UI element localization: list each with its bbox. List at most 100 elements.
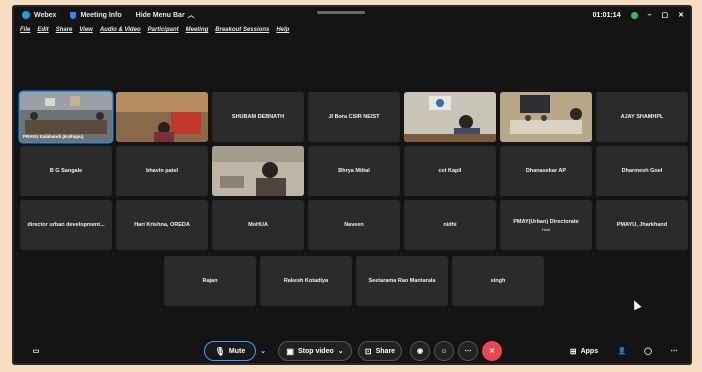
participant-tile[interactable]: B G Sangale	[20, 146, 112, 196]
reactions-button[interactable]: ☺	[434, 341, 454, 361]
participant-tile[interactable]	[500, 92, 592, 142]
participant-name: PMAYU, Jharkhand	[616, 222, 668, 228]
participant-name: Rakesh Kotadiya	[283, 278, 329, 284]
participant-tile[interactable]	[404, 92, 496, 142]
host-badge: Host	[541, 226, 551, 232]
menu-breakout-sessions[interactable]: Breakout Sessions	[215, 27, 269, 33]
participant-name: Rajan	[202, 278, 218, 284]
video-feed	[404, 92, 496, 142]
meeting-timer: 01:01:14	[592, 11, 621, 19]
participant-tile[interactable]: MoHUA	[212, 200, 304, 250]
meeting-info-label: Meeting Info	[80, 11, 122, 19]
participant-name: Bhrya Mittal	[338, 168, 370, 174]
share-label: Share	[375, 347, 396, 355]
meeting-info-button[interactable]: Meeting Info	[70, 11, 122, 19]
record-button[interactable]: ◉	[410, 341, 430, 361]
more-icon: ⋯	[670, 348, 678, 355]
menu-file[interactable]: File	[20, 27, 30, 33]
hide-menu-bar-button[interactable]: Hide Menu Bar ︿	[136, 10, 195, 20]
more-options-button[interactable]: ⋯	[458, 341, 478, 361]
menu-view[interactable]: View	[79, 27, 92, 33]
leave-meeting-button[interactable]: ✕	[482, 341, 502, 361]
participant-tile[interactable]: director urban development...	[20, 200, 112, 250]
participant-tile[interactable]: JI Bora CSIR NEIST	[308, 92, 400, 142]
smiley-icon: ☺	[440, 347, 448, 355]
more-icon: ⋯	[464, 348, 472, 355]
menu-meeting[interactable]: Meeting	[186, 27, 209, 33]
participant-tile[interactable]: PMAY(Urban) Directorate Host	[500, 200, 592, 250]
participant-tile[interactable]: singh	[452, 256, 544, 306]
participant-name: AJAY SHAMHPL	[620, 114, 664, 120]
participant-name: cet Kapil	[438, 168, 462, 174]
maximize-icon[interactable]: ▢	[662, 11, 669, 19]
share-button[interactable]: ⊡ Share	[358, 341, 402, 361]
participant-tile[interactable]: SHUBAM DEBNATH	[212, 92, 304, 142]
shield-icon	[70, 11, 77, 19]
participant-name: Seetarama Rao Mantarala	[368, 278, 436, 284]
stop-video-button[interactable]: ▣ Stop video ⌄	[278, 341, 352, 361]
share-screen-icon: ⊡	[364, 346, 372, 356]
menu-audio-video[interactable]: Audio & Video	[100, 27, 141, 33]
drag-handle[interactable]	[317, 11, 365, 14]
participant-tile[interactable]: Rakesh Kotadiya	[260, 256, 352, 306]
participant-tile[interactable]: nidhi	[404, 200, 496, 250]
participant-name: bhavin patel	[145, 168, 179, 174]
participant-name: director urban development...	[27, 222, 105, 228]
chevron-up-icon: ︿	[187, 12, 195, 19]
video-feed	[500, 92, 592, 142]
menu-bar: File Edit Share View Audio & Video Parti…	[20, 27, 296, 33]
participant-tile[interactable]: Seetarama Rao Mantarala	[356, 256, 448, 306]
captions-icon: ▭	[32, 348, 40, 355]
menu-help[interactable]: Help	[276, 27, 289, 33]
participant-name: singh	[490, 278, 506, 284]
record-icon: ◉	[416, 348, 424, 355]
participant-name: SHUBAM DEBNATH	[231, 114, 285, 120]
mute-label: Mute	[228, 347, 246, 355]
menu-edit[interactable]: Edit	[37, 27, 48, 33]
audio-options-chevron[interactable]: ⌄	[258, 341, 268, 361]
menu-participant[interactable]: Participant	[148, 27, 179, 33]
participant-name: B G Sangale	[49, 168, 83, 174]
meeting-controls-bar: ▭ 🎙 Mute ⌄ ▣ Stop video ⌄ ⊡ Share ◉ ☺ ⋯ …	[12, 341, 692, 363]
participants-icon: 👤	[617, 348, 627, 355]
video-feed	[116, 92, 208, 142]
participant-tile[interactable]	[116, 92, 208, 142]
participant-tile[interactable]	[212, 146, 304, 196]
webex-logo: Webex	[22, 11, 56, 19]
title-bar: Webex Meeting Info Hide Menu Bar ︿ 01:01…	[12, 5, 692, 25]
participant-name: Dharmesh Goel	[621, 168, 663, 174]
participant-tile[interactable]: bhavin patel	[116, 146, 208, 196]
participant-tile[interactable]: Naveen	[308, 200, 400, 250]
participant-name: PMAY(Urban) Directorate	[513, 218, 579, 225]
connection-status-icon	[630, 11, 638, 19]
participant-tile[interactable]: PRAVU Kalahandi (Kolhapu)	[20, 92, 112, 142]
apps-grid-icon: ⊞	[569, 346, 577, 356]
stop-video-label: Stop video	[297, 347, 334, 355]
webex-logo-icon	[22, 11, 30, 19]
participant-tile[interactable]: PMAYU, Jharkhand	[596, 200, 688, 250]
participant-tile[interactable]: cet Kapil	[404, 146, 496, 196]
webex-meeting-window: Webex Meeting Info Hide Menu Bar ︿ 01:01…	[12, 5, 692, 365]
participant-tile[interactable]: Dhanasekar AP	[500, 146, 592, 196]
participant-name: nidhi	[443, 222, 457, 228]
menu-share[interactable]: Share	[56, 27, 73, 33]
participant-tile[interactable]: Bhrya Mittal	[308, 146, 400, 196]
captions-button[interactable]: ▭	[26, 341, 46, 361]
chat-button[interactable]: ◯	[638, 341, 658, 361]
participant-tile[interactable]: Dharmesh Goel	[596, 146, 688, 196]
hide-menu-bar-label: Hide Menu Bar	[135, 11, 185, 19]
participant-name: MoHUA	[248, 222, 268, 228]
video-camera-icon: ▣	[286, 346, 294, 356]
participants-button[interactable]: 👤	[612, 341, 632, 361]
chat-bubble-icon: ◯	[644, 348, 652, 355]
minimize-icon[interactable]: –	[648, 12, 652, 19]
close-icon[interactable]: ✕	[678, 11, 684, 19]
participant-tile[interactable]: AJAY SHAMHPL	[596, 92, 688, 142]
participant-name: PRAVU Kalahandi (Kolhapu)	[23, 134, 84, 139]
participant-tile[interactable]: Rajan	[164, 256, 256, 306]
participant-name: Naveen	[344, 222, 364, 228]
participant-tile[interactable]: Hari Krishna, OREDA	[116, 200, 208, 250]
apps-button[interactable]: ⊞ Apps	[564, 341, 604, 361]
mute-button[interactable]: 🎙 Mute	[204, 341, 256, 361]
more-panels-button[interactable]: ⋯	[664, 341, 684, 361]
